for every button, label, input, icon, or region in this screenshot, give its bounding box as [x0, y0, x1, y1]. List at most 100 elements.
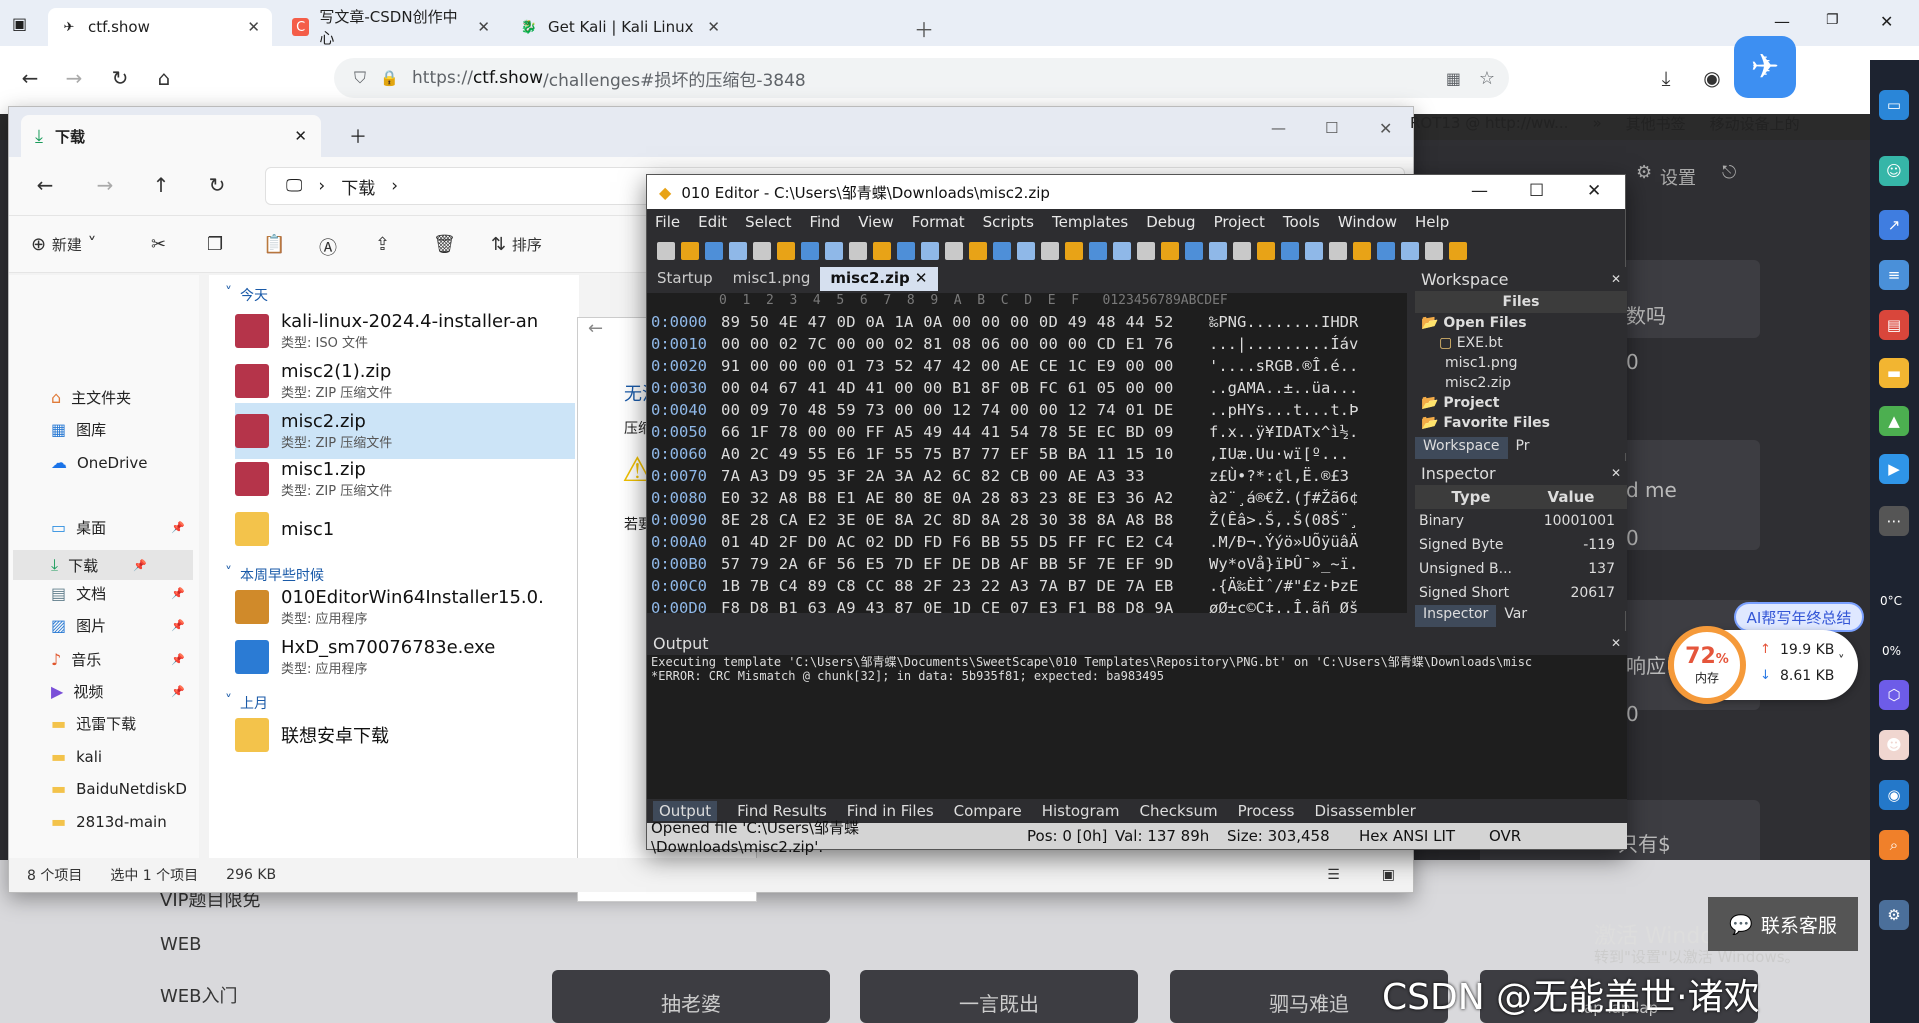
breadcrumb-downloads[interactable]: 下载	[341, 174, 375, 199]
inspector-row[interactable]: Binary 10001001	[1415, 509, 1627, 533]
tab-list-icon[interactable]: ▣	[12, 14, 27, 33]
toolbar-button-icon[interactable]	[969, 242, 987, 260]
bookmark-rot13[interactable]: ROT13 @ http://ww...	[1410, 114, 1568, 132]
menu-help[interactable]: Help	[1415, 213, 1449, 231]
toolbar-button-icon[interactable]	[1281, 242, 1299, 260]
toolbar-button-icon[interactable]	[825, 242, 843, 260]
nav-item-9[interactable]: ▬ 迅雷下载	[51, 713, 136, 734]
nav-item-12[interactable]: ▬ 2813d-main	[51, 812, 167, 831]
home-icon[interactable]: ⌂	[148, 62, 180, 94]
toolbar-button-icon[interactable]	[1185, 242, 1203, 260]
media-icon[interactable]: ▶	[1879, 454, 1909, 484]
inspector-row[interactable]: Unsigned B... 137	[1415, 557, 1627, 581]
toolbar-button-icon[interactable]	[753, 242, 771, 260]
download-icon[interactable]: ⤓	[1650, 62, 1682, 94]
nav-item-1[interactable]: ▦ 图库	[51, 419, 106, 440]
back-icon[interactable]: ←	[14, 62, 46, 94]
new-button[interactable]: ⊕ 新建 ˅	[31, 234, 97, 255]
toolbar-button-icon[interactable]	[1449, 242, 1467, 260]
memory-widget[interactable]: 72% 内存 ↑ 19.9 KB ↓ 8.61 KB ˅	[1668, 626, 1858, 704]
forward-icon[interactable]: →	[58, 62, 90, 94]
tiles-view-icon[interactable]: ▣	[1382, 867, 1395, 883]
menu-templates[interactable]: Templates	[1052, 213, 1128, 231]
nav-item-10[interactable]: ▬ kali	[51, 747, 102, 766]
account-icon[interactable]: ◉	[1696, 62, 1728, 94]
tree-item[interactable]: 📂 Project	[1421, 393, 1627, 413]
settings-icon[interactable]: ⚙	[1879, 900, 1909, 930]
support-button[interactable]: 💬 联系客服	[1708, 897, 1858, 951]
reload-icon[interactable]: ↻	[104, 62, 136, 94]
hex-row[interactable]: 0:00D0 F8 D8 B1 63 A9 43 87 0E 1D CE 07 E…	[647, 597, 1407, 613]
share-icon[interactable]: ↗	[1879, 210, 1909, 240]
hex-row[interactable]: 0:00A0 01 4D 2F D0 AC 02 DD FD F6 BB 55 D…	[647, 531, 1407, 553]
close-tab-icon[interactable]: ✕	[247, 18, 260, 36]
inspector-row[interactable]: Signed Short 20617	[1415, 581, 1627, 605]
ai-summary-pill[interactable]: AI帮写年终总结	[1734, 602, 1864, 632]
minimize-icon[interactable]: —	[1271, 119, 1286, 137]
toolbar-button-icon[interactable]	[1089, 242, 1107, 260]
toolbar-button-icon[interactable]	[921, 242, 939, 260]
dialog-back-icon[interactable]: ←	[588, 318, 603, 339]
nav-item-0[interactable]: ⌂ 主文件夹	[51, 387, 131, 408]
file-group-header[interactable]: ˅ 今天	[225, 285, 268, 305]
toolbar-button-icon[interactable]	[1305, 242, 1323, 260]
menu-file[interactable]: File	[655, 213, 680, 231]
inspector-tab[interactable]: Var	[1496, 605, 1535, 627]
hex-row[interactable]: 0:0000 89 50 4E 47 0D 0A 1A 0A 00 00 00 0…	[647, 311, 1407, 333]
file-item[interactable]: misc1	[235, 501, 575, 557]
details-view-icon[interactable]: ☰	[1327, 867, 1340, 883]
output-tab[interactable]: Process	[1238, 802, 1295, 820]
file-item[interactable]: 010EditorWin64Installer15.0. 类型: 应用程序	[235, 579, 575, 635]
pin-icon[interactable]: 📌	[171, 653, 185, 666]
tree-item[interactable]: ▢ EXE.bt	[1421, 333, 1627, 353]
pin-icon[interactable]: 📌	[171, 685, 185, 698]
toolbar-button-icon[interactable]	[1209, 242, 1227, 260]
toolbar-button-icon[interactable]	[1161, 242, 1179, 260]
list-icon[interactable]: ≡	[1879, 260, 1909, 290]
delete-icon[interactable]: 🗑	[433, 234, 456, 255]
url-bar[interactable]: ⛉ 🔒 https://ctf.show/challenges#损坏的压缩包-3…	[334, 58, 1509, 98]
menu-project[interactable]: Project	[1214, 213, 1265, 231]
up-icon[interactable]: ↑	[145, 169, 177, 201]
toolbar-button-icon[interactable]	[1425, 242, 1443, 260]
toolbar-button-icon[interactable]	[849, 242, 867, 260]
toolbar-button-icon[interactable]	[681, 242, 699, 260]
toolbar-button-icon[interactable]	[1017, 242, 1035, 260]
nav-item-5[interactable]: ▤ 文档 📌	[51, 583, 185, 604]
star-icon[interactable]: ☆	[1479, 68, 1495, 89]
inspector-row[interactable]: Signed Byte -119	[1415, 533, 1627, 557]
bookmark-mobile[interactable]: 移动设备上的	[1710, 113, 1800, 134]
browser-tab-ctfshow[interactable]: ✈ ctf.show ✕	[48, 8, 272, 46]
back-icon[interactable]: ←	[29, 169, 61, 201]
rename-icon[interactable]: Ⓐ	[319, 234, 337, 260]
winrar-icon[interactable]: ▤	[1879, 310, 1909, 340]
tree-item[interactable]: misc1.png	[1421, 353, 1627, 373]
more-icon[interactable]: ⋯	[1879, 506, 1909, 536]
close-tab-icon[interactable]: ✕	[477, 18, 490, 36]
inspector-tab[interactable]: Inspector	[1415, 605, 1497, 627]
file-item[interactable]: 联想安卓下载	[235, 707, 575, 763]
output-tab[interactable]: Checksum	[1140, 802, 1218, 820]
browser-tab-kali[interactable]: 🐉 Get Kali | Kali Linux ✕	[508, 8, 732, 46]
challenge-card[interactable]: 抽老婆	[552, 970, 830, 1023]
close-window-icon[interactable]: ✕	[1379, 119, 1392, 138]
user-icon[interactable]: ☺	[1879, 156, 1909, 186]
hex-row[interactable]: 0:0060 A0 2C 49 55 E6 1F 55 75 B7 77 EF 5…	[647, 443, 1407, 465]
toolbar-button-icon[interactable]	[1353, 242, 1371, 260]
challenge-card[interactable]: 一言既出	[860, 970, 1138, 1023]
close-panel-icon[interactable]: ✕	[1611, 636, 1621, 650]
toolbar-button-icon[interactable]	[1041, 242, 1059, 260]
close-window-icon[interactable]: ✕	[1880, 12, 1893, 31]
toolbar-button-icon[interactable]	[897, 242, 915, 260]
hex-row[interactable]: 0:0070 7A A3 D9 95 3F 2A 3A A2 6C 82 CB 0…	[647, 465, 1407, 487]
toolbar-button-icon[interactable]	[1233, 242, 1251, 260]
copy-icon[interactable]: ❐	[207, 234, 223, 255]
monitor-icon[interactable]: ▭	[1879, 90, 1909, 120]
logout-icon[interactable]: ⎋	[1722, 162, 1736, 183]
menu-window[interactable]: Window	[1338, 213, 1397, 231]
minimize-icon[interactable]: —	[1471, 181, 1488, 201]
nav-item-11[interactable]: ▬ BaiduNetdiskD	[51, 779, 187, 798]
minimize-icon[interactable]: —	[1774, 12, 1790, 31]
nav-item-2[interactable]: ☁ OneDrive	[51, 453, 148, 472]
pin-icon[interactable]: 📌	[133, 559, 147, 572]
